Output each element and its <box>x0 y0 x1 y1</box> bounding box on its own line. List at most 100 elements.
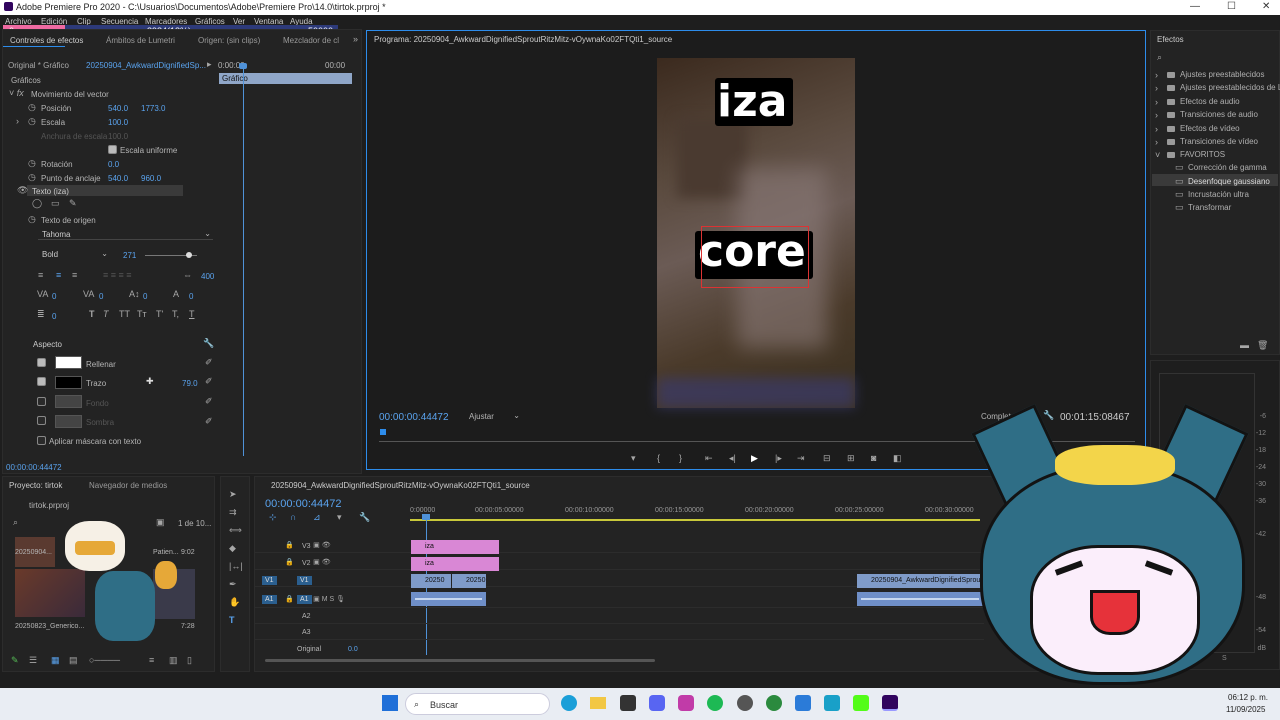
type-tool-icon[interactable]: T <box>229 615 235 625</box>
expand-scale-icon[interactable]: › <box>16 116 19 126</box>
tsume-icon[interactable]: A <box>173 289 179 299</box>
anchor-x[interactable]: 540.0 <box>108 174 128 183</box>
slip-tool-icon[interactable]: |↔| <box>229 561 243 571</box>
export-frame-icon[interactable]: ◙ <box>871 453 876 463</box>
shadow-swatch[interactable] <box>55 415 82 428</box>
text-style-subscript[interactable]: T, <box>172 309 179 319</box>
chevron-right-icon[interactable]: › <box>1155 124 1158 134</box>
taskbar-search[interactable]: ⌕ Buscar <box>405 693 550 715</box>
automate-icon[interactable]: ▥ <box>169 655 178 665</box>
chevron-right-icon[interactable]: › <box>1155 137 1158 147</box>
source-a1[interactable]: A1 <box>262 595 277 604</box>
eye-icon[interactable]: 👁 <box>17 185 28 195</box>
step-forward-icon[interactable]: |▸ <box>775 453 782 463</box>
uniform-scale-checkbox[interactable] <box>108 145 117 154</box>
clip-v3-iza[interactable]: iza <box>411 540 499 554</box>
stopwatch-icon[interactable]: ◷ <box>28 214 36 224</box>
mark-in-icon[interactable]: { <box>657 453 660 463</box>
kerning-icon[interactable]: VA <box>37 289 48 299</box>
icon-view-icon[interactable]: ▦ <box>51 655 60 665</box>
maximize-icon[interactable]: ☐ <box>1227 1 1236 12</box>
text-style-smallcaps[interactable]: Tт <box>137 309 147 319</box>
clip-v1-b[interactable]: 20250 <box>452 574 486 588</box>
clip-a1-a[interactable] <box>411 592 486 606</box>
tracking-value[interactable]: 400 <box>201 272 214 281</box>
effects-item-audio-transitions[interactable]: Transiciones de audio <box>1180 110 1258 119</box>
effects-item-video-effects[interactable]: Efectos de vídeo <box>1180 124 1240 133</box>
pencil-icon[interactable]: ✎ <box>11 655 19 665</box>
position-y[interactable]: 1773.0 <box>141 104 165 113</box>
search-icon[interactable]: ⌕ <box>1157 52 1162 62</box>
fav-gamma[interactable]: Corrección de gamma <box>1188 163 1267 172</box>
scale-value[interactable]: 100.0 <box>108 118 128 127</box>
add-stroke-icon[interactable]: ✚ <box>146 376 154 386</box>
shadow-checkbox[interactable] <box>37 416 46 425</box>
mark-out-icon[interactable]: } <box>679 453 682 463</box>
tab-mixer[interactable]: Mezclador de cl <box>283 36 339 45</box>
eyedropper-icon[interactable]: ✐ <box>205 376 213 386</box>
effect-sequence[interactable]: 20250904_AwkwardDignifiedSp... <box>86 61 206 70</box>
panel-overflow-icon[interactable]: » <box>353 34 358 44</box>
track-toggles[interactable]: 🔒 ▣ M S 🎙 <box>285 595 345 605</box>
ellipse-mask-icon[interactable]: ◯ <box>32 198 42 208</box>
clip-v1-c[interactable]: 20250904_AwkwardDignifiedSprout <box>857 574 983 588</box>
sort-icon[interactable]: ≡ <box>149 655 154 665</box>
compare-icon[interactable]: ◧ <box>893 453 902 463</box>
text-top[interactable]: iza <box>717 76 787 127</box>
eyedropper-icon[interactable]: ✐ <box>205 357 213 367</box>
source-v1[interactable]: V1 <box>262 576 277 585</box>
track-v1-label[interactable]: V1 <box>297 576 312 585</box>
fav-gaussian[interactable]: Desenfoque gaussiano <box>1188 177 1270 186</box>
clip-a1-b[interactable] <box>857 592 983 606</box>
close-icon[interactable]: ✕ <box>1262 1 1270 12</box>
baseline-icon[interactable]: A↕ <box>129 289 140 299</box>
clip-v1-a[interactable]: 20250 <box>411 574 451 588</box>
tracking-icon[interactable]: ⇔ <box>183 270 192 280</box>
hand-tool-icon[interactable]: ✋ <box>229 597 240 607</box>
vpn-icon[interactable] <box>620 695 636 711</box>
background-checkbox[interactable] <box>37 397 46 406</box>
windows-start-icon[interactable] <box>382 695 398 711</box>
wrench-icon[interactable]: 🔧 <box>203 338 214 348</box>
timeline-title[interactable]: 20250904_AwkwardDignifiedSproutRitzMitz-… <box>271 481 530 490</box>
mask-checkbox[interactable] <box>37 436 46 445</box>
effects-item-audio-effects[interactable]: Efectos de audio <box>1180 97 1240 106</box>
add-marker-icon[interactable]: ▾ <box>337 512 342 522</box>
linked-icon[interactable]: ∩ <box>290 512 296 522</box>
tab-effect-controls[interactable]: Controles de efectos <box>10 36 83 45</box>
tsume-value[interactable]: 0 <box>189 292 193 301</box>
tab-source[interactable]: Origen: (sin clips) <box>198 36 260 45</box>
text-style-underline[interactable]: T <box>189 309 195 319</box>
indent-icon[interactable]: ≣ <box>37 309 45 319</box>
track-select-icon[interactable]: ⇉ <box>229 507 237 517</box>
fav-ultra-key[interactable]: Incrustación ultra <box>1188 190 1249 199</box>
anchor-y[interactable]: 960.0 <box>141 174 161 183</box>
timeline-timecode[interactable]: 00:00:00:44472 <box>265 498 341 510</box>
discord-icon[interactable] <box>649 695 665 711</box>
font-size-value[interactable]: 271 <box>123 251 136 260</box>
capcut-icon[interactable] <box>678 695 694 711</box>
stopwatch-icon[interactable]: ◷ <box>28 172 36 182</box>
premiere-taskbar-icon[interactable] <box>882 695 898 711</box>
align-right-icon[interactable]: ≡ <box>72 270 77 280</box>
text-style-bold[interactable]: T <box>89 309 95 319</box>
background-swatch[interactable] <box>55 395 82 408</box>
spotify-icon[interactable] <box>707 695 723 711</box>
timeline-wrench-icon[interactable]: 🔧 <box>359 512 370 522</box>
effects-item-lumetri-presets[interactable]: Ajustes preestablecidos de L <box>1180 83 1280 92</box>
browser-icon[interactable] <box>766 695 782 711</box>
list-view-icon[interactable]: ☰ <box>29 655 37 665</box>
rect-mask-icon[interactable]: ▭ <box>51 198 60 208</box>
stopwatch-icon[interactable]: ◷ <box>28 158 36 168</box>
edge-icon[interactable] <box>561 695 577 711</box>
baseline-value[interactable]: 0 <box>143 292 147 301</box>
tab-lumetri[interactable]: Ámbitos de Lumetri <box>106 36 175 45</box>
notepad-icon[interactable] <box>795 695 811 711</box>
font-style-dropdown[interactable]: Bold ⌄ <box>38 249 110 260</box>
new-item-icon[interactable]: ▯ <box>187 655 192 665</box>
effects-item-favorites[interactable]: FAVORITOS <box>1180 150 1225 159</box>
ripple-edit-icon[interactable]: ⟺ <box>229 525 242 535</box>
freeform-view-icon[interactable]: ▤ <box>69 655 78 665</box>
cc-icon[interactable] <box>824 695 840 711</box>
align-left-icon[interactable]: ≡ <box>38 270 43 280</box>
